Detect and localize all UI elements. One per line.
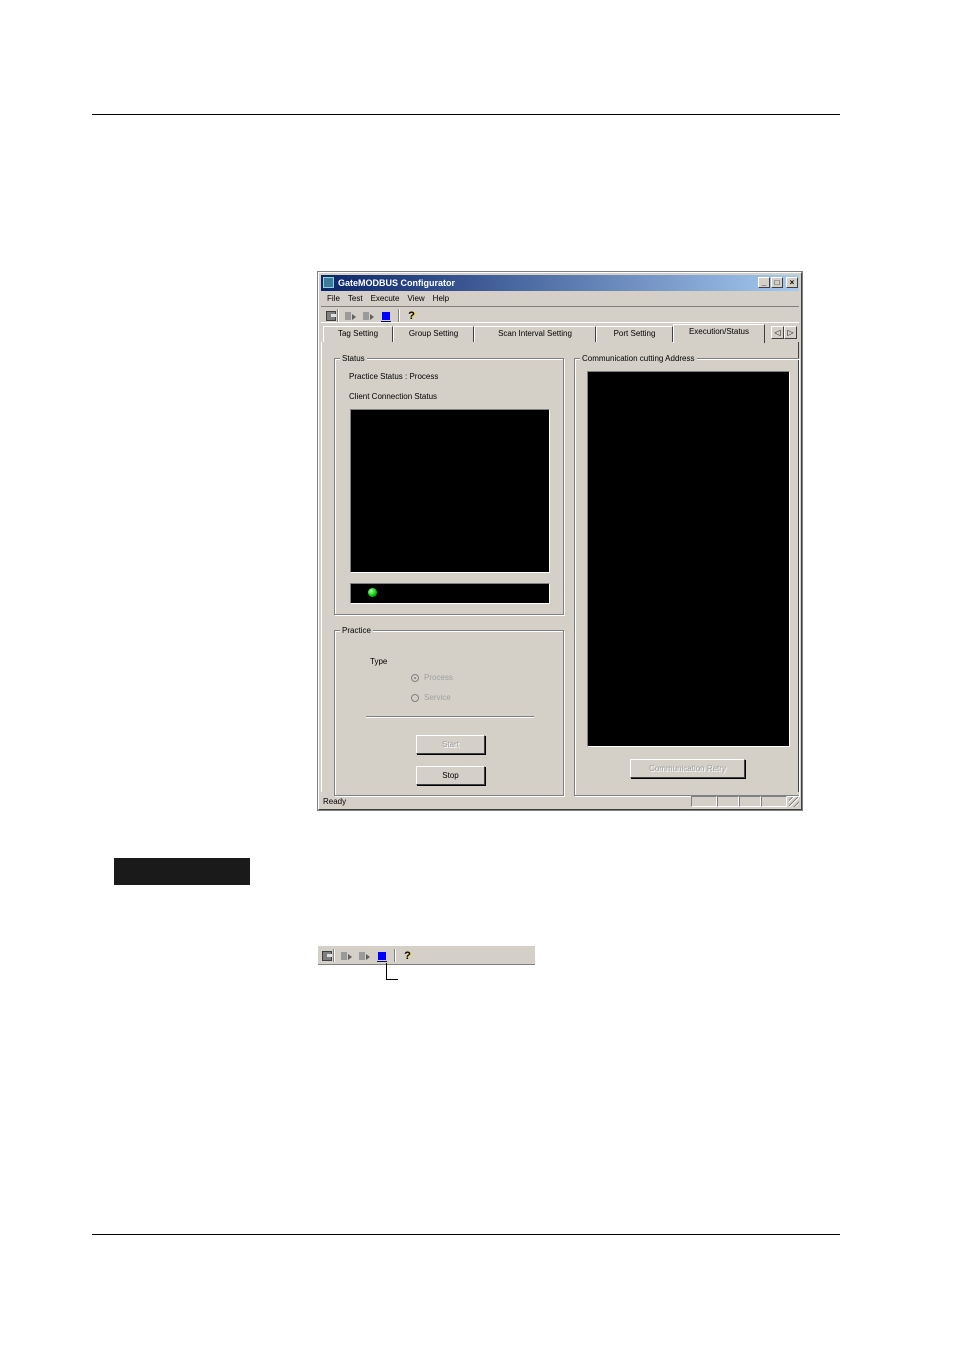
save-icon xyxy=(322,950,332,961)
tab-execution-status[interactable]: Execution/Status xyxy=(673,324,765,343)
start-button[interactable]: Start xyxy=(416,735,485,754)
status-group: Status Practice Status : Process Client … xyxy=(334,353,564,615)
communication-retry-button[interactable]: Communication Retry xyxy=(630,759,745,778)
tab-port-setting[interactable]: Port Setting xyxy=(596,326,673,342)
tab-scan-interval-setting[interactable]: Scan Interval Setting xyxy=(474,326,596,342)
menu-bar: File Test Execute View Help xyxy=(323,292,453,305)
maximize-button[interactable]: □ xyxy=(771,277,783,288)
menu-execute[interactable]: Execute xyxy=(367,292,404,305)
menu-file[interactable]: File xyxy=(323,292,344,305)
menu-view[interactable]: View xyxy=(403,292,428,305)
test-execute-icon[interactable] xyxy=(362,310,375,322)
toolbar: ? xyxy=(321,306,799,323)
note-label xyxy=(114,858,250,885)
client-connection-list[interactable] xyxy=(350,409,550,573)
tab-group-setting[interactable]: Group Setting xyxy=(393,326,474,342)
stop-button[interactable]: Stop xyxy=(416,766,485,785)
toolbar-separator xyxy=(337,309,339,322)
status-text: Ready xyxy=(323,797,347,806)
tab-scroll-right-button[interactable]: ▷ xyxy=(784,326,797,339)
status-panel xyxy=(761,796,787,807)
stop-icon xyxy=(376,950,389,962)
type-group-title: Type xyxy=(368,656,390,667)
footer-rule xyxy=(92,1234,840,1235)
app-icon xyxy=(323,277,334,288)
close-button[interactable]: × xyxy=(786,277,798,288)
toolbar-excerpt: ? xyxy=(318,945,535,965)
radio-process-indicator[interactable] xyxy=(411,673,419,682)
stop-icon[interactable] xyxy=(380,310,393,322)
minimize-button[interactable]: _ xyxy=(758,277,770,288)
radio-process-label: Process xyxy=(424,673,453,682)
status-panel xyxy=(739,796,761,807)
practice-group-title: Practice xyxy=(340,625,373,636)
callout-line xyxy=(386,963,387,979)
toolbar-separator xyxy=(398,309,400,322)
client-connection-label: Client Connection Status xyxy=(349,392,438,401)
communication-cutting-group: Communication cutting Address Communicat… xyxy=(574,353,799,796)
start-execute-icon[interactable] xyxy=(344,310,357,322)
tab-scroll-left-button[interactable]: ◁ xyxy=(771,326,784,339)
radio-service-label: Service xyxy=(424,693,451,702)
menu-test[interactable]: Test xyxy=(344,292,367,305)
configurator-window: GateMODBUS Configurator _ □ × File Test … xyxy=(318,272,802,810)
radio-process[interactable]: Process xyxy=(411,673,453,682)
help-icon: ? xyxy=(404,949,411,962)
communication-cutting-title: Communication cutting Address xyxy=(580,353,697,364)
callout-line xyxy=(386,979,398,980)
toolbar-separator xyxy=(394,949,396,962)
header-rule xyxy=(92,114,840,115)
radio-service-indicator[interactable] xyxy=(411,693,419,702)
status-panel xyxy=(691,796,717,807)
radio-service[interactable]: Service xyxy=(411,693,451,702)
help-icon[interactable]: ? xyxy=(405,310,418,322)
tab-scroll: ◁ ▷ xyxy=(771,326,797,339)
practice-status-text: Practice Status : Process xyxy=(349,372,439,381)
start-execute-icon xyxy=(340,950,353,962)
connection-indicator-bar xyxy=(350,583,550,604)
communication-cutting-list[interactable] xyxy=(587,371,790,747)
save-icon[interactable] xyxy=(326,310,336,321)
status-panel xyxy=(717,796,739,807)
title-bar[interactable]: GateMODBUS Configurator _ □ × xyxy=(321,275,799,291)
toolbar-separator xyxy=(333,949,335,962)
practice-group: Practice Type Process Service Start Stop xyxy=(334,625,564,796)
resize-grip[interactable] xyxy=(789,797,799,807)
tab-tag-setting[interactable]: Tag Setting xyxy=(323,326,393,342)
status-bar: Ready xyxy=(321,794,799,809)
test-execute-icon xyxy=(358,950,371,962)
type-group: Type Process Service xyxy=(366,656,534,717)
window-title: GateMODBUS Configurator xyxy=(338,278,455,288)
execution-status-panel: Status Practice Status : Process Client … xyxy=(321,342,799,796)
menu-help[interactable]: Help xyxy=(429,292,453,305)
status-group-title: Status xyxy=(340,353,367,364)
connection-status-led xyxy=(368,588,377,597)
